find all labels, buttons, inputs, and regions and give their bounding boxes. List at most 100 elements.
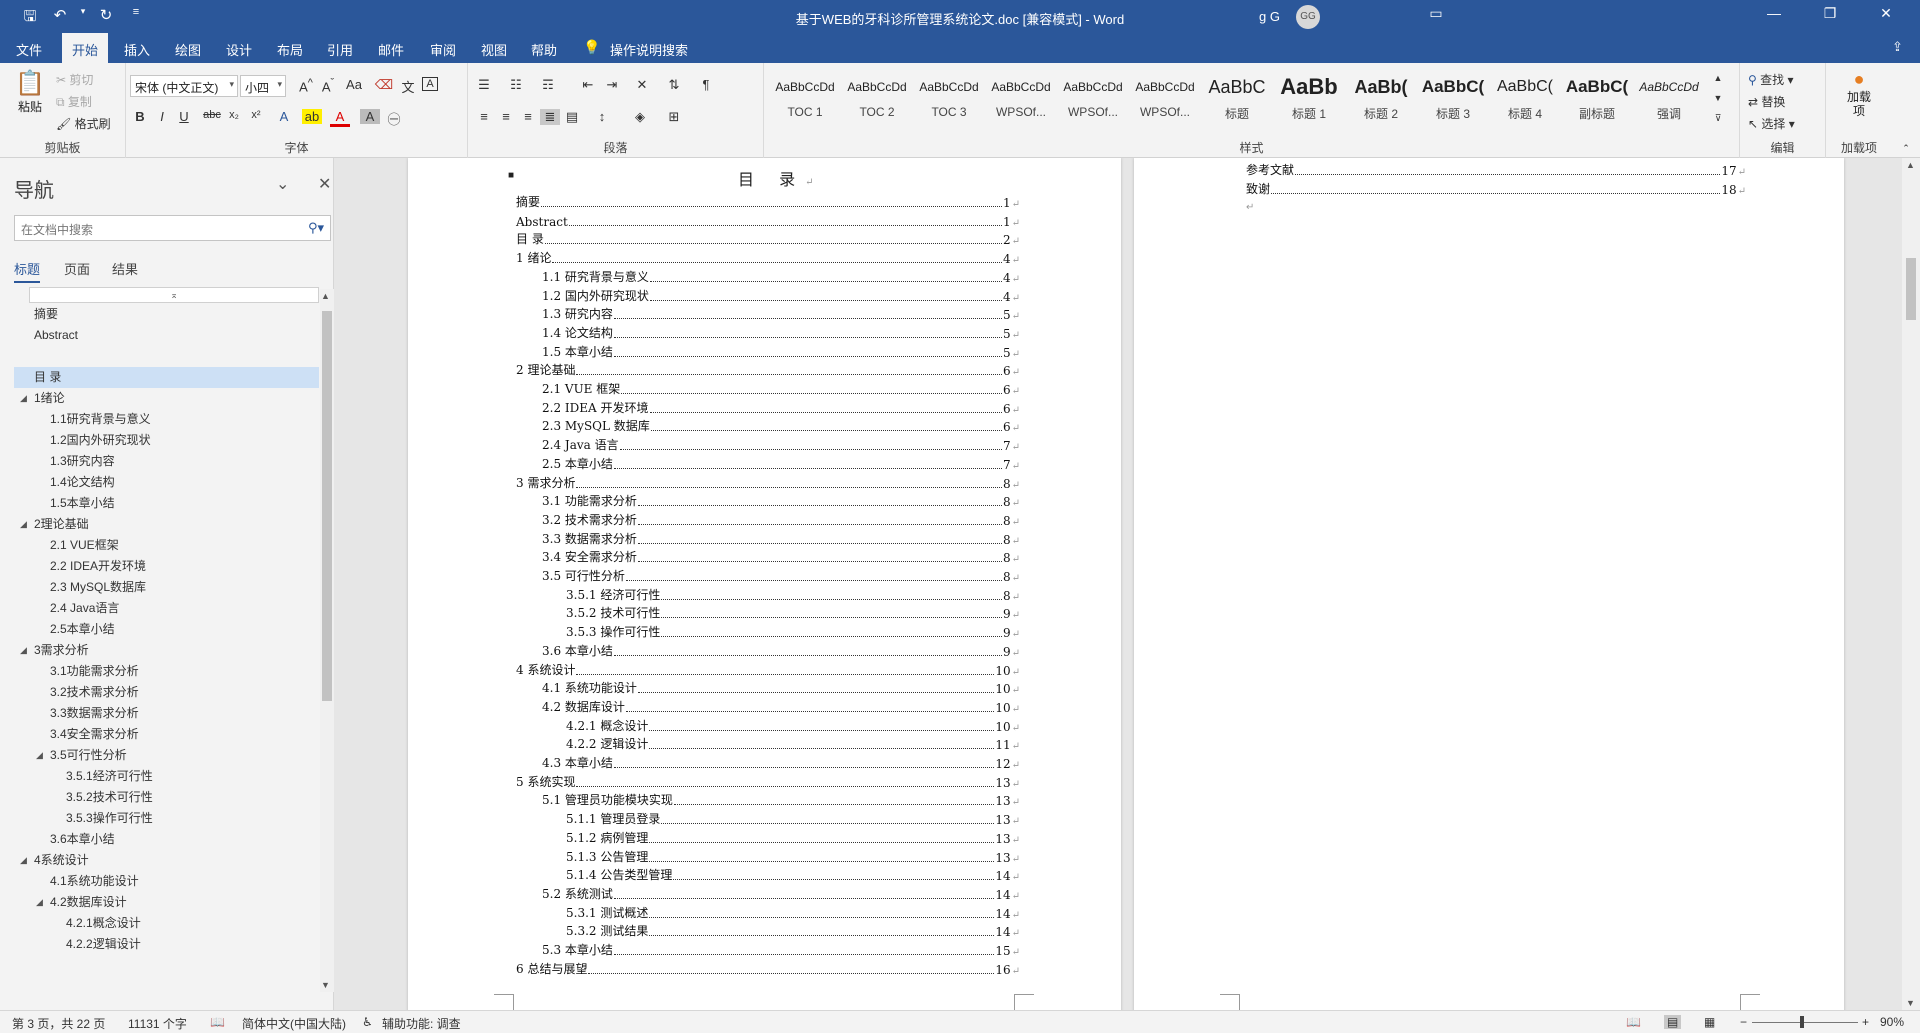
toc-entry[interactable]: 4.2.1 概念设计 10 ↵: [566, 716, 1020, 734]
ribbon-display-icon[interactable]: ▭: [1416, 5, 1456, 22]
toc-entry[interactable]: 4.3 本章小结 12 ↵: [542, 753, 1020, 771]
toc-entry[interactable]: 3.5 可行性分析 8 ↵: [542, 566, 1020, 584]
nav-heading-item[interactable]: ◢ 4系统设计: [14, 850, 319, 871]
toc-entry[interactable]: 5.2 系统测试 14 ↵: [542, 884, 1020, 902]
toc-entry[interactable]: 5.3.1 测试概述 14 ↵: [566, 903, 1020, 921]
tab-mailings[interactable]: 邮件: [378, 40, 404, 59]
nav-tab-headings[interactable]: 标题: [14, 259, 41, 283]
toc-entry[interactable]: 致谢 18 ↵: [1246, 179, 1746, 197]
toc-entry[interactable]: 1.3 研究内容 5 ↵: [542, 304, 1020, 322]
bold-icon[interactable]: B: [130, 109, 150, 124]
nav-heading-item[interactable]: 1.2国内外研究现状: [14, 430, 319, 451]
expand-triangle-icon[interactable]: ◢: [36, 745, 43, 766]
style-item[interactable]: AaBb(标题 2: [1346, 73, 1416, 129]
tab-insert[interactable]: 插入: [124, 40, 150, 59]
tab-view[interactable]: 视图: [481, 40, 507, 59]
font-color-icon[interactable]: A: [330, 109, 350, 127]
print-layout-icon[interactable]: ▤: [1664, 1015, 1682, 1029]
nav-heading-item[interactable]: 摘要: [14, 304, 319, 325]
nav-heading-item[interactable]: 3.5.3操作可行性: [14, 808, 319, 829]
style-item[interactable]: AaBbCcDd TOC 3: [914, 73, 984, 129]
expand-triangle-icon[interactable]: ◢: [20, 388, 27, 409]
nav-heading-item[interactable]: ◢ 4.2数据库设计: [14, 892, 319, 913]
subscript-icon[interactable]: x₂: [224, 109, 244, 121]
multilevel-list-icon[interactable]: ☶: [538, 77, 558, 93]
superscript-icon[interactable]: x²: [246, 109, 266, 121]
scroll-up-icon[interactable]: ▲: [321, 291, 330, 301]
increase-indent-icon[interactable]: ⇥: [602, 77, 622, 93]
document-scrollbar[interactable]: ▲ ▼: [1902, 158, 1920, 1010]
toc-entry[interactable]: 1.4 论文结构 5 ↵: [542, 323, 1020, 341]
nav-heading-item[interactable]: 1.5本章小结: [14, 493, 319, 514]
line-spacing-icon[interactable]: ↕: [592, 109, 612, 124]
toc-entry[interactable]: 4.2.2 逻辑设计 11 ↵: [566, 734, 1020, 752]
style-item[interactable]: AaBbC(标题 3: [1418, 73, 1488, 129]
borders-icon[interactable]: ⊞: [664, 109, 684, 125]
toc-entry[interactable]: 目 录 2 ↵: [516, 229, 1020, 247]
nav-heading-item[interactable]: 2.4 Java语言: [14, 598, 319, 619]
scroll-down-icon[interactable]: ▼: [1906, 998, 1915, 1008]
toc-entry[interactable]: 2.2 IDEA 开发环境 6 ↵: [542, 398, 1020, 416]
accessibility-status[interactable]: 辅助功能: 调查: [382, 1015, 461, 1032]
toc-entry[interactable]: 3.5.2 技术可行性 9 ↵: [566, 603, 1020, 621]
scroll-down-icon[interactable]: ▼: [321, 980, 330, 990]
phonetic-guide-icon[interactable]: 文: [398, 77, 418, 96]
decrease-indent-icon[interactable]: ⇤: [578, 77, 598, 93]
style-item[interactable]: AaBbCcDd WPSOf...: [986, 73, 1056, 129]
word-count[interactable]: 11131 个字: [128, 1015, 187, 1032]
nav-heading-item[interactable]: 1.4论文结构: [14, 472, 319, 493]
toc-entry[interactable]: 1.5 本章小结 5 ↵: [542, 342, 1020, 360]
style-item[interactable]: AaBbC 标题: [1202, 73, 1272, 129]
web-layout-icon[interactable]: ▦: [1704, 1015, 1715, 1029]
character-border-icon[interactable]: A: [422, 77, 438, 91]
nav-heading-item[interactable]: 目 录: [14, 367, 319, 388]
nav-heading-item[interactable]: ◢ 1绪论: [14, 388, 319, 409]
toc-entry[interactable]: 5.1.4 公告类型管理 14 ↵: [566, 865, 1020, 883]
style-item[interactable]: AaBbCcDd WPSOf...: [1058, 73, 1128, 129]
collapse-all-bar[interactable]: ⌅: [29, 287, 319, 303]
shrink-font-icon[interactable]: Aˇ: [318, 77, 338, 94]
style-item[interactable]: AaBbCcDd TOC 2: [842, 73, 912, 129]
nav-heading-item[interactable]: 1.3研究内容: [14, 451, 319, 472]
style-item[interactable]: AaBbC(标题 4: [1490, 73, 1560, 129]
replace-button[interactable]: ⇄ 替换: [1748, 93, 1785, 110]
italic-icon[interactable]: I: [152, 109, 172, 124]
toc-entry[interactable]: 5.1.2 病例管理 13 ↵: [566, 828, 1020, 846]
format-painter-button[interactable]: 🖌 格式刷: [56, 115, 111, 132]
expand-triangle-icon[interactable]: ◢: [36, 892, 43, 913]
collapse-ribbon-icon[interactable]: ⌃: [1896, 143, 1916, 154]
toc-entry[interactable]: 4 系统设计 10 ↵: [516, 660, 1020, 678]
tab-references[interactable]: 引用: [327, 40, 353, 59]
toc-entry[interactable]: 3.1 功能需求分析 8 ↵: [542, 491, 1020, 509]
copy-button[interactable]: ⧉ 复制: [56, 93, 92, 110]
language[interactable]: 简体中文(中国大陆): [242, 1015, 346, 1032]
underline-icon[interactable]: U: [174, 109, 194, 124]
nav-heading-item[interactable]: 1.1研究背景与意义: [14, 409, 319, 430]
shading-icon[interactable]: ◈: [630, 109, 650, 125]
nav-heading-item[interactable]: 3.1功能需求分析: [14, 661, 319, 682]
zoom-out-icon[interactable]: −: [1740, 1015, 1747, 1029]
nav-search-input[interactable]: 在文档中搜索 ⚲▾: [14, 215, 331, 241]
nav-heading-item[interactable]: 2.2 IDEA开发环境: [14, 556, 319, 577]
search-icon[interactable]: ⚲▾: [308, 220, 324, 236]
page-count[interactable]: 第 3 页，共 22 页: [12, 1015, 105, 1032]
nav-heading-item[interactable]: 3.5.1经济可行性: [14, 766, 319, 787]
restore-icon[interactable]: ❐: [1810, 5, 1850, 22]
tab-file[interactable]: 文件: [16, 40, 42, 59]
highlight-icon[interactable]: ab: [302, 109, 322, 124]
distributed-icon[interactable]: ▤: [562, 109, 582, 125]
gallery-up-icon[interactable]: ▲: [1708, 73, 1728, 83]
nav-heading-item[interactable]: 2.3 MySQL数据库: [14, 577, 319, 598]
style-item[interactable]: AaBbCcDd WPSOf...: [1130, 73, 1200, 129]
nav-heading-item[interactable]: ◢ 3需求分析: [14, 640, 319, 661]
toc-entry[interactable]: 摘要 1 ↵: [516, 192, 1020, 210]
sort-icon[interactable]: ⇅: [664, 77, 684, 93]
grow-font-icon[interactable]: A^: [296, 77, 316, 94]
expand-triangle-icon[interactable]: ◢: [20, 640, 27, 661]
toc-entry[interactable]: 5.3.2 测试结果 14 ↵: [566, 921, 1020, 939]
tab-help[interactable]: 帮助: [531, 40, 557, 59]
nav-heading-item[interactable]: 4.2.2逻辑设计: [14, 934, 319, 955]
nav-tab-pages[interactable]: 页面: [64, 259, 90, 278]
toc-entry[interactable]: 3 需求分析 8 ↵: [516, 473, 1020, 491]
tell-me-search[interactable]: 操作说明搜索: [610, 40, 688, 59]
